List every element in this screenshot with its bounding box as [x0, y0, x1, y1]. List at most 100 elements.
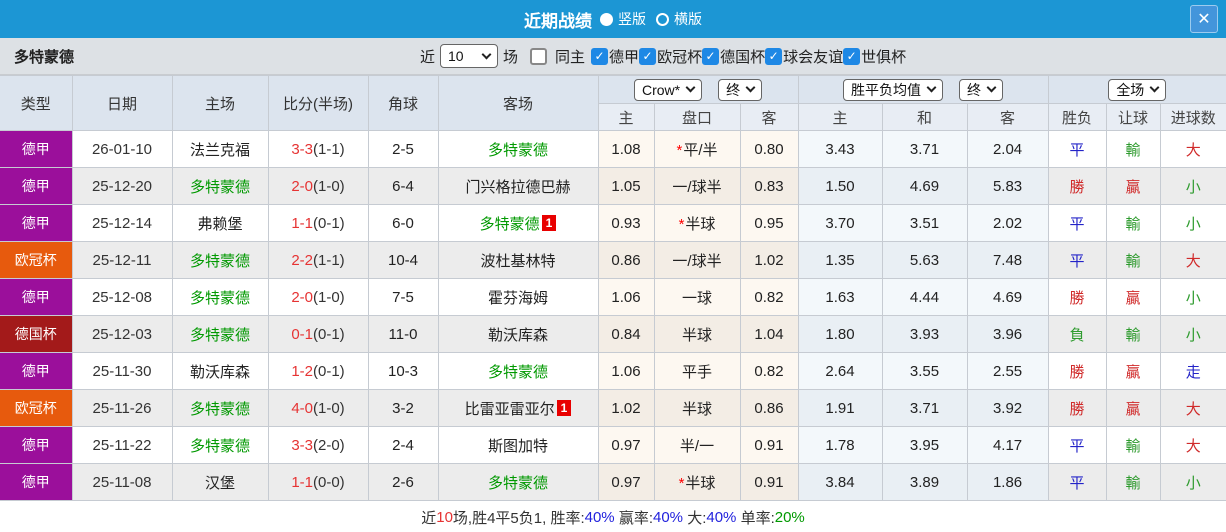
corners: 3-2: [367, 389, 439, 427]
ah-home-odds: 1.02: [597, 389, 655, 427]
result-handicap: 輸: [1105, 241, 1161, 279]
handicap-source-select[interactable]: Crow*: [633, 78, 703, 101]
checkbox-label: 欧冠杯: [657, 48, 703, 66]
half-time-score: (0-1): [313, 325, 345, 343]
odds-source-select[interactable]: 胜平负均值: [843, 78, 944, 101]
checkbox-item-4[interactable]: ✓ 球会友谊: [765, 46, 843, 67]
odds-home: 2.64: [797, 352, 883, 390]
odds-source-value: 胜平负均值: [851, 81, 922, 98]
corners: 2-6: [367, 463, 439, 501]
result-handicap: 輸: [1105, 463, 1161, 501]
away-team-name: 波杜基林特: [480, 252, 556, 270]
ah-line: 半/一: [653, 426, 741, 464]
result-handicap: 贏: [1105, 352, 1161, 390]
summary-segment: 场,胜4平5负1, 胜率:: [452, 509, 585, 527]
away-team: 多特蒙德 1: [437, 204, 599, 242]
checkbox-label: 世俱杯: [861, 48, 907, 66]
away-team-name: 斯图加特: [487, 437, 548, 455]
ah-line-text: 一球: [681, 289, 712, 307]
close-button[interactable]: ✕: [1190, 5, 1218, 33]
ah-home-odds: 0.97: [597, 463, 655, 501]
match-date: 25-12-08: [71, 278, 173, 316]
subheader-result: 胜负: [1047, 103, 1107, 131]
result-wdl: 勝: [1047, 167, 1107, 205]
half-time-score: (1-0): [313, 288, 345, 306]
subheader-odds-draw: 和: [881, 103, 968, 131]
summary-segment: 20%: [774, 508, 805, 526]
corners: 10-4: [367, 241, 439, 279]
odds-away: 2.55: [966, 352, 1049, 390]
ah-line-text: 半球: [685, 474, 716, 492]
header-type: 类型: [0, 75, 73, 131]
table-row: 德国杯 25-12-03 多特蒙德 0-1(0-1) 11-0 勒沃库森 0.84 半球 1.0…: [0, 315, 1226, 353]
checkbox-item-2[interactable]: ✓ 欧冠杯: [639, 46, 702, 67]
league-badge: 德国杯: [0, 315, 73, 353]
odds-draw: 5.63: [881, 241, 968, 279]
away-team-name: 多特蒙德: [479, 215, 540, 233]
checkbox-checked-icon: ✓: [639, 47, 657, 65]
handicap-time-select[interactable]: 终: [718, 78, 763, 101]
checkbox-item-0[interactable]: 同主: [530, 46, 585, 67]
ah-line: 半球: [653, 389, 741, 427]
table-row: 德甲 25-12-14 弗赖堡 1-1(0-1) 6-0 多特蒙德 1 0.93 *半球 0.95…: [0, 204, 1226, 242]
card-badge: 1: [556, 399, 572, 416]
home-team-name: 多特蒙德: [189, 289, 250, 307]
chevron-down-icon: [986, 82, 997, 93]
league-badge: 德甲: [0, 352, 73, 390]
odds-time-select[interactable]: 终: [959, 78, 1004, 101]
half-time-score: (0-0): [313, 473, 345, 491]
ah-away-odds: 0.83: [739, 167, 799, 205]
match-date: 25-11-08: [71, 463, 173, 501]
subheader-ah-away: 客: [739, 103, 799, 131]
recent-count-select[interactable]: 10: [440, 44, 499, 68]
half-time-score: (1-1): [313, 140, 345, 158]
result-handicap: 贏: [1105, 389, 1161, 427]
ah-away-odds: 0.91: [739, 426, 799, 464]
odds-away: 7.48: [966, 241, 1049, 279]
layout-option-horizontal[interactable]: 横版: [656, 9, 702, 29]
match-date: 25-11-22: [71, 426, 173, 464]
home-team: 多特蒙德: [171, 241, 269, 279]
ah-star-icon: *: [678, 474, 685, 492]
result-wdl: 平: [1047, 130, 1107, 168]
odds-away: 3.96: [966, 315, 1049, 353]
result-wdl: 勝: [1047, 352, 1107, 390]
ah-home-odds: 1.08: [597, 130, 655, 168]
odds-home: 3.70: [797, 204, 883, 242]
score: 1-2(0-1): [267, 352, 369, 390]
full-time-score: 2-0: [291, 177, 313, 195]
ah-away-odds: 0.82: [739, 278, 799, 316]
away-team: 多特蒙德: [437, 130, 599, 168]
corners: 7-5: [367, 278, 439, 316]
match-date: 25-12-11: [71, 241, 173, 279]
result-handicap: 贏: [1105, 278, 1161, 316]
result-handicap: 輸: [1105, 130, 1161, 168]
corners: 2-5: [367, 130, 439, 168]
layout-option-vertical[interactable]: 竖版: [600, 9, 646, 29]
chevron-down-icon: [745, 82, 756, 93]
away-team: 比雷亚雷亚尔 1: [437, 389, 599, 427]
checkbox-item-1[interactable]: ✓ 德甲: [591, 46, 639, 67]
match-date: 25-11-30: [71, 352, 173, 390]
odds-home: 1.80: [797, 315, 883, 353]
recent-results-panel: 近期战绩 竖版 横版 ✕ 多特蒙德 近 10 场 同主 ✓ 德甲 ✓ 欧冠杯 ✓ 德国杯 ✓ 球会…: [0, 0, 1226, 532]
checkbox-item-3[interactable]: ✓ 德国杯: [702, 46, 765, 67]
corners: 11-0: [367, 315, 439, 353]
home-team-name: 汉堡: [204, 474, 235, 492]
odds-home: 1.63: [797, 278, 883, 316]
checkbox-item-5[interactable]: ✓ 世俱杯: [843, 46, 906, 67]
corners: 6-4: [367, 167, 439, 205]
ah-away-odds: 1.02: [739, 241, 799, 279]
odds-away: 4.17: [966, 426, 1049, 464]
result-goals: 大: [1159, 130, 1226, 168]
ah-away-odds: 0.80: [739, 130, 799, 168]
odds-away: 2.02: [966, 204, 1049, 242]
ah-line: 一/球半: [653, 167, 741, 205]
odds-time-value: 终: [967, 81, 982, 98]
table-row: 德甲 25-12-20 多特蒙德 2-0(1-0) 6-4 门兴格拉德巴赫 1.05 一/球半…: [0, 167, 1226, 205]
ah-away-odds: 0.82: [739, 352, 799, 390]
result-handicap: 贏: [1105, 167, 1161, 205]
result-goals: 小: [1159, 315, 1226, 353]
filter-bar: 多特蒙德 近 10 场 同主 ✓ 德甲 ✓ 欧冠杯 ✓ 德国杯 ✓ 球会友谊 ✓ 世俱杯: [0, 38, 1226, 75]
result-scope-select[interactable]: 全场: [1108, 78, 1167, 101]
